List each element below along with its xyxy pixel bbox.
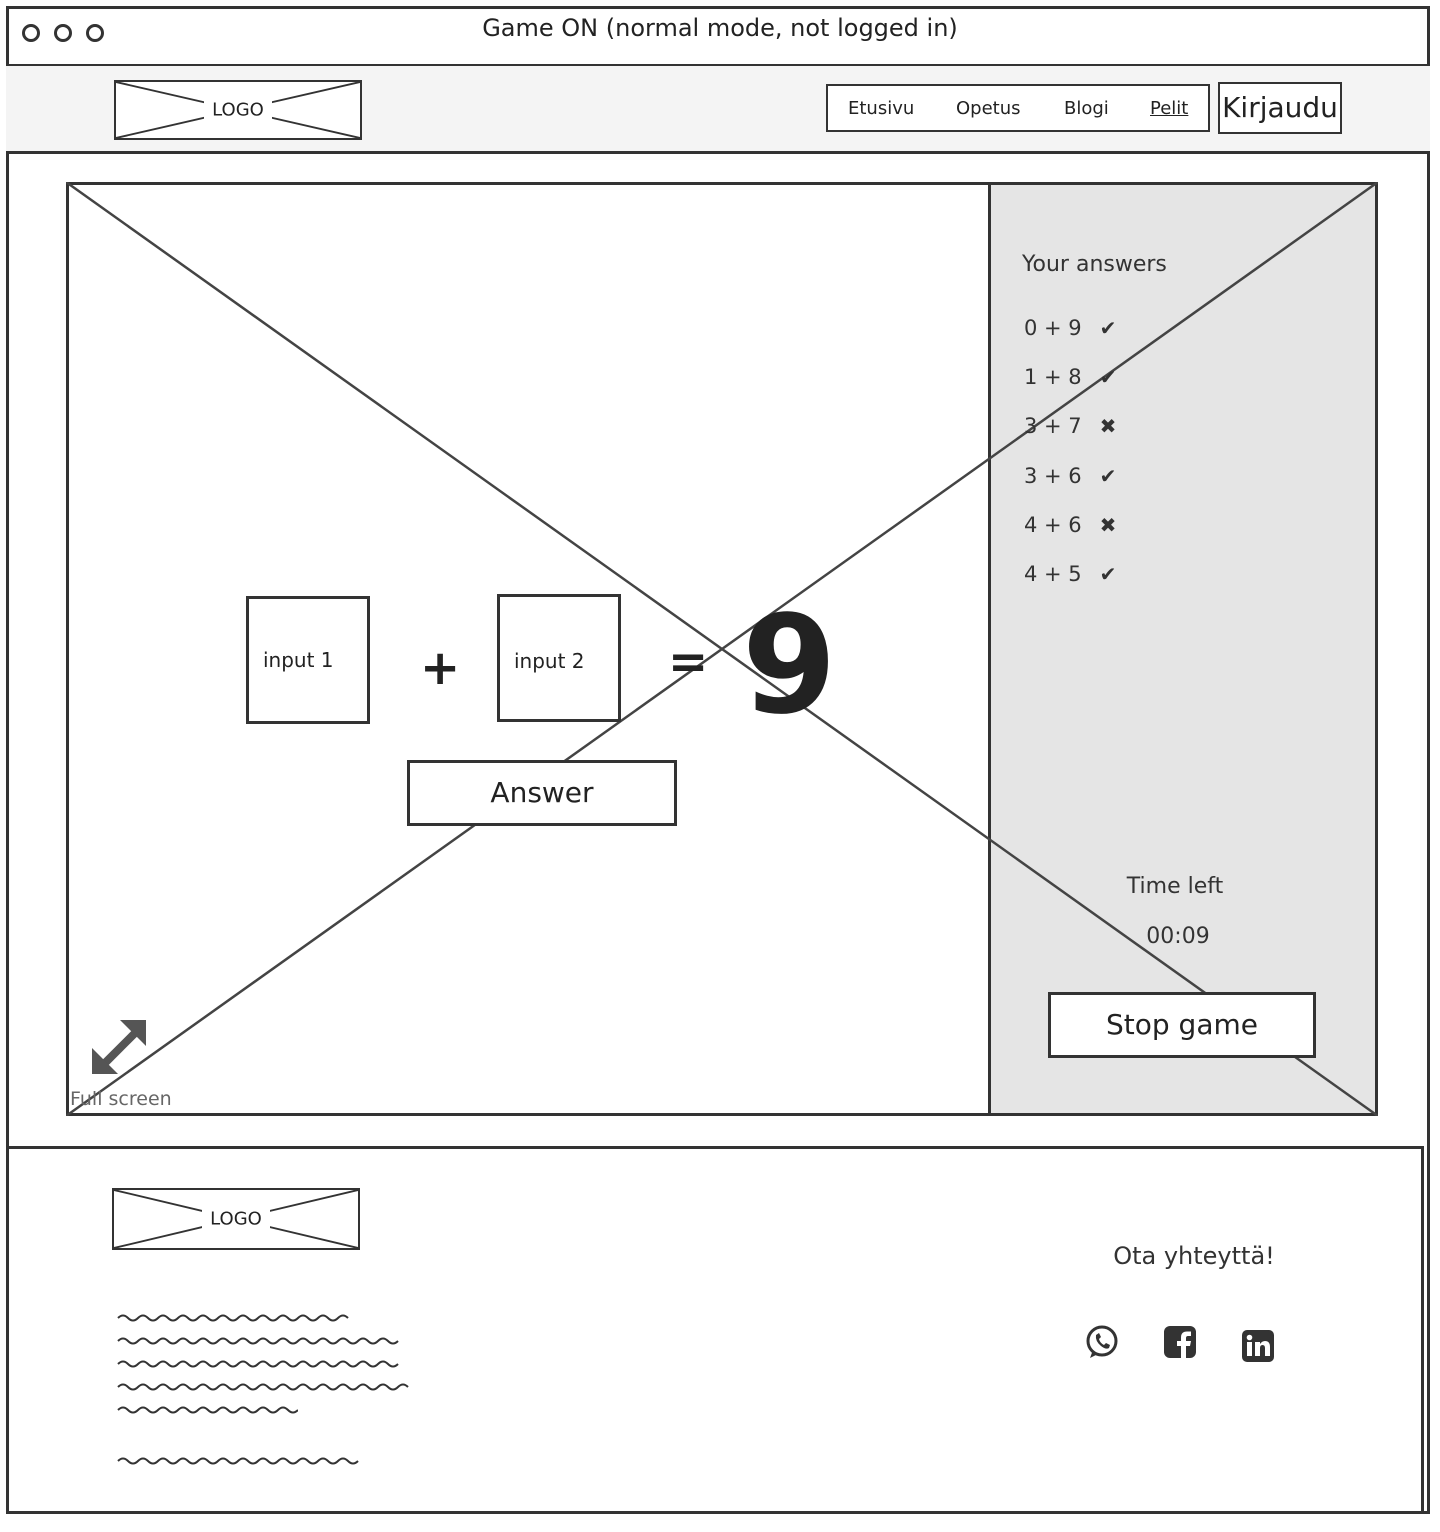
time-left-value: 00:09 — [1146, 924, 1210, 949]
cross-icon: ✖ — [1099, 414, 1117, 438]
answer-button[interactable]: Answer — [407, 760, 677, 826]
answer-row: 3 + 6 ✔ — [1024, 464, 1144, 494]
answer-row: 0 + 9 ✔ — [1024, 316, 1144, 346]
answer-expression: 0 + 9 — [1024, 316, 1082, 340]
answer-expression: 4 + 5 — [1024, 562, 1082, 586]
answers-title: Your answers — [1022, 252, 1167, 277]
input-1-field[interactable]: input 1 — [246, 596, 370, 724]
nav-item-blogi[interactable]: Blogi — [1064, 98, 1109, 119]
input-2-field[interactable]: input 2 — [497, 594, 621, 722]
facebook-icon[interactable] — [1160, 1322, 1200, 1362]
check-icon: ✔ — [1099, 464, 1117, 488]
contact-label: Ota yhteyttä! — [1113, 1242, 1275, 1270]
answer-row: 1 + 8 ✔ — [1024, 365, 1144, 395]
header-logo[interactable]: LOGO — [114, 80, 362, 140]
equals-icon: = — [668, 634, 709, 690]
nav-item-opetus[interactable]: Opetus — [956, 98, 1021, 119]
footer-logo-label: LOGO — [202, 1208, 270, 1230]
footer-placeholder-text — [116, 1308, 416, 1474]
linkedin-icon[interactable] — [1238, 1326, 1278, 1366]
nav-item-etusivu[interactable]: Etusivu — [848, 98, 914, 119]
check-icon: ✔ — [1099, 316, 1117, 340]
scribble-line — [117, 1457, 359, 1465]
stop-game-button[interactable]: Stop game — [1048, 992, 1316, 1058]
header-logo-label: LOGO — [204, 99, 272, 121]
answer-expression: 3 + 7 — [1024, 414, 1082, 438]
scribble-line — [117, 1360, 399, 1368]
answer-expression: 4 + 6 — [1024, 513, 1082, 537]
answer-expression: 1 + 8 — [1024, 365, 1082, 389]
nav-item-pelit[interactable]: Pelit — [1150, 98, 1188, 119]
whatsapp-icon[interactable] — [1082, 1322, 1122, 1362]
check-icon: ✔ — [1099, 562, 1117, 586]
scribble-line — [117, 1314, 349, 1322]
expand-arrows-icon[interactable] — [88, 1016, 152, 1080]
answer-row: 4 + 6 ✖ — [1024, 513, 1144, 543]
main-nav: Etusivu Opetus Blogi Pelit — [826, 84, 1210, 132]
answer-row: 4 + 5 ✔ — [1024, 562, 1144, 592]
fullscreen-label[interactable]: Full screen — [70, 1088, 172, 1110]
plus-icon: + — [420, 640, 461, 696]
time-left-label: Time left — [1126, 874, 1224, 899]
target-result: 9 — [742, 587, 837, 745]
scribble-line — [117, 1383, 409, 1391]
window-title: Game ON (normal mode, not logged in) — [482, 14, 958, 42]
login-button[interactable]: Kirjaudu — [1218, 82, 1342, 134]
scribble-line — [117, 1337, 399, 1345]
answer-row: 3 + 7 ✖ — [1024, 414, 1144, 444]
check-icon: ✔ — [1099, 365, 1117, 389]
input-2-placeholder: input 2 — [514, 649, 585, 673]
cross-icon: ✖ — [1099, 513, 1117, 537]
footer-logo[interactable]: LOGO — [112, 1188, 360, 1250]
input-1-placeholder: input 1 — [263, 648, 334, 672]
scribble-line — [117, 1406, 299, 1414]
answer-expression: 3 + 6 — [1024, 464, 1082, 488]
